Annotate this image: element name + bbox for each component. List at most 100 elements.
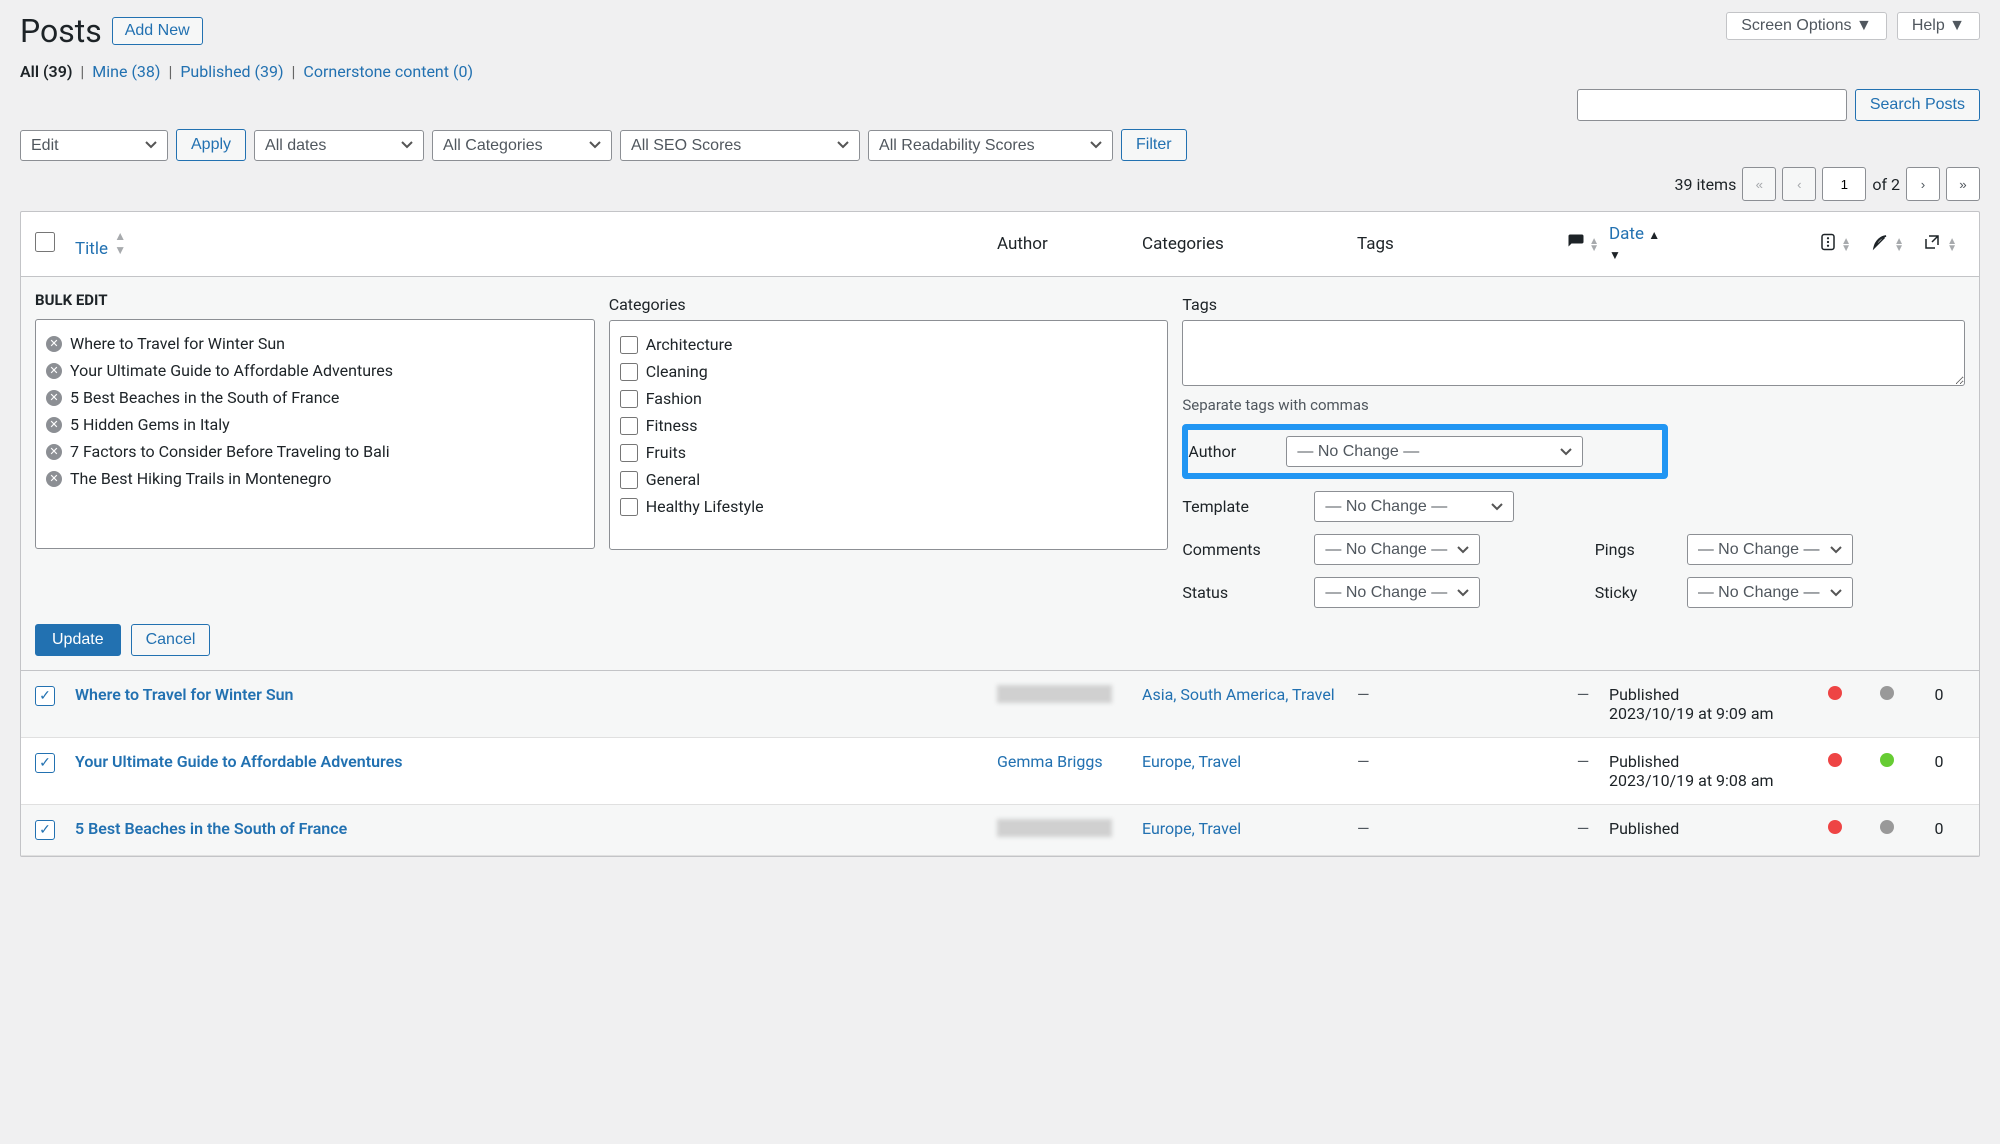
bulk-category-item: Architecture (620, 331, 1158, 358)
category-checkbox[interactable] (620, 417, 638, 435)
sticky-select[interactable]: — No Change — (1687, 577, 1853, 608)
post-title-link[interactable]: Your Ultimate Guide to Affordable Advent… (75, 752, 402, 771)
readability-dot (1880, 753, 1894, 767)
update-button[interactable]: Update (35, 624, 121, 656)
category-label: Fitness (646, 416, 698, 435)
comments-value: — (1577, 819, 1590, 838)
post-title-link[interactable]: 5 Best Beaches in the South of France (75, 819, 347, 838)
search-input[interactable] (1577, 89, 1847, 121)
date-text: 2023/10/19 at 9:08 am (1609, 771, 1774, 790)
post-status-filters: All (39) | Mine (38) | Published (39) | … (20, 62, 1980, 81)
seo-icon (1819, 233, 1837, 251)
bulk-category-item: General (620, 466, 1158, 493)
col-title[interactable]: Title ▲▼ (75, 229, 997, 259)
readability-dot (1880, 686, 1894, 700)
bulk-post-item: ✕5 Hidden Gems in Italy (46, 411, 584, 438)
category-checkbox[interactable] (620, 390, 638, 408)
page-of-text: of 2 (1872, 175, 1900, 194)
author-link[interactable]: Gemma Briggs (997, 752, 1103, 771)
col-links[interactable]: ▲▼ (1913, 233, 1965, 256)
filter-all[interactable]: All (39) (20, 62, 72, 81)
page-title: Posts (20, 12, 102, 50)
remove-icon[interactable]: ✕ (46, 336, 62, 352)
bulk-post-title: 7 Factors to Consider Before Traveling t… (70, 442, 390, 461)
feather-icon (1870, 233, 1890, 251)
row-checkbox[interactable]: ✓ (35, 753, 55, 773)
author-redacted (997, 685, 1112, 703)
table-row: ✓ 5 Best Beaches in the South of France Eu… (21, 805, 1979, 856)
col-author[interactable]: Author (997, 234, 1142, 254)
bulk-post-title: Your Ultimate Guide to Affordable Advent… (70, 361, 393, 380)
remove-icon[interactable]: ✕ (46, 471, 62, 487)
category-link[interactable]: Asia, South America, Travel (1142, 685, 1335, 704)
filter-button[interactable]: Filter (1121, 129, 1187, 161)
cancel-button[interactable]: Cancel (131, 624, 211, 656)
bulk-category-item: Fashion (620, 385, 1158, 412)
col-readability[interactable]: ▲▼ (1861, 233, 1913, 256)
date-status: Published (1609, 685, 1679, 704)
bulk-action-select[interactable]: Edit (20, 130, 168, 161)
col-date[interactable]: Date ▲▼ (1609, 224, 1809, 264)
bulk-tags-help: Separate tags with commas (1182, 396, 1965, 414)
filter-cornerstone[interactable]: Cornerstone content (0) (303, 62, 473, 81)
categories-select[interactable]: All Categories (432, 130, 612, 161)
template-select[interactable]: — No Change — (1314, 491, 1514, 522)
post-title-link[interactable]: Where to Travel for Winter Sun (75, 685, 293, 704)
comments-value: — (1577, 685, 1590, 704)
bulk-post-item: ✕ Your Ultimate Guide to Affordable Adven… (46, 357, 584, 384)
readability-dot (1880, 820, 1894, 834)
select-all-checkbox[interactable] (35, 232, 55, 252)
bulk-category-item: Fitness (620, 412, 1158, 439)
category-checkbox[interactable] (620, 444, 638, 462)
category-link[interactable]: Europe, Travel (1142, 752, 1241, 771)
apply-button[interactable]: Apply (176, 129, 246, 161)
category-link[interactable]: Europe, Travel (1142, 819, 1241, 838)
help-button[interactable]: Help ▼ (1897, 12, 1980, 40)
bulk-category-item: Cleaning (620, 358, 1158, 385)
row-checkbox[interactable]: ✓ (35, 686, 55, 706)
add-new-button[interactable]: Add New (112, 17, 203, 45)
remove-icon[interactable]: ✕ (46, 390, 62, 406)
row-checkbox[interactable]: ✓ (35, 820, 55, 840)
page-last-button[interactable]: » (1946, 167, 1980, 201)
seo-select[interactable]: All SEO Scores (620, 130, 860, 161)
author-select[interactable]: — No Change — (1286, 436, 1583, 467)
remove-icon[interactable]: ✕ (46, 444, 62, 460)
col-seo[interactable]: ▲▼ (1809, 233, 1861, 256)
links-count: 0 (1935, 752, 1944, 771)
remove-icon[interactable]: ✕ (46, 363, 62, 379)
filter-published[interactable]: Published (39) (180, 62, 283, 81)
col-categories[interactable]: Categories (1142, 234, 1357, 254)
page-current-input[interactable] (1822, 167, 1866, 201)
bulk-post-title: Where to Travel for Winter Sun (70, 334, 285, 353)
category-checkbox[interactable] (620, 471, 638, 489)
status-select[interactable]: — No Change — (1314, 577, 1480, 608)
bulk-tags-input[interactable] (1182, 320, 1965, 386)
col-tags[interactable]: Tags (1357, 234, 1557, 254)
category-checkbox[interactable] (620, 336, 638, 354)
dates-select[interactable]: All dates (254, 130, 424, 161)
page-first-button[interactable]: « (1742, 167, 1776, 201)
col-comments[interactable]: ▲▼ (1557, 233, 1609, 256)
page-next-button[interactable]: › (1906, 167, 1940, 201)
status-label: Status (1182, 583, 1272, 602)
category-label: General (646, 470, 700, 489)
category-label: Healthy Lifestyle (646, 497, 764, 516)
page-prev-button[interactable]: ‹ (1782, 167, 1816, 201)
comments-value: — (1577, 752, 1590, 771)
seo-dot (1828, 686, 1842, 700)
filter-mine[interactable]: Mine (38) (92, 62, 160, 81)
screen-options-button[interactable]: Screen Options ▼ (1726, 12, 1887, 40)
pings-select[interactable]: — No Change — (1687, 534, 1853, 565)
category-checkbox[interactable] (620, 363, 638, 381)
readability-select[interactable]: All Readability Scores (868, 130, 1113, 161)
bulk-post-title: The Best Hiking Trails in Montenegro (70, 469, 331, 488)
author-label: Author (1188, 442, 1244, 461)
sticky-label: Sticky (1595, 583, 1645, 602)
remove-icon[interactable]: ✕ (46, 417, 62, 433)
author-redacted (997, 819, 1112, 837)
search-posts-button[interactable]: Search Posts (1855, 89, 1980, 121)
comments-select[interactable]: — No Change — (1314, 534, 1480, 565)
category-checkbox[interactable] (620, 498, 638, 516)
bulk-posts-list: ✕ Where to Travel for Winter Sun ✕ Your Ult… (35, 319, 595, 549)
